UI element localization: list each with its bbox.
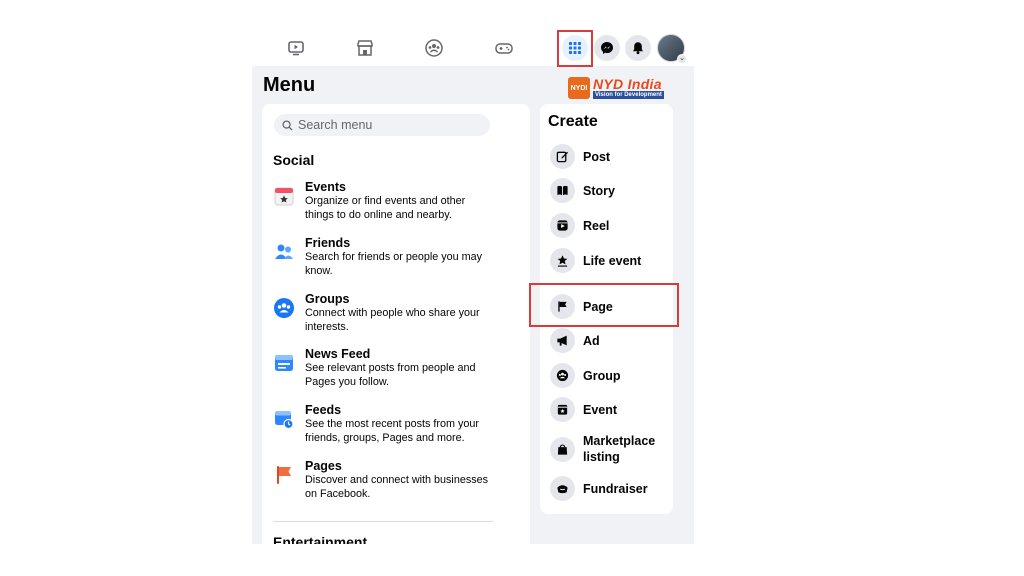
menu-item-description: See relevant posts from people and Pages… [305,362,476,388]
logo-tagline: Vision for Development [593,91,664,99]
event-icon [550,397,575,422]
menu-item-label: Events [305,180,346,194]
menu-item-news-feed[interactable]: News Feed See relevant posts from people… [273,347,493,389]
create-item-label: Marketplace listing [583,434,656,464]
create-title: Create [548,113,598,130]
groups-icon [274,298,294,318]
life-event-icon [550,248,575,273]
messenger-button[interactable] [594,35,620,61]
notifications-icon [633,42,643,55]
top-navigation-bar: ⌄ [252,30,694,66]
page-title: Menu [263,74,316,96]
create-item-fundraiser[interactable]: Fundraiser [550,476,663,501]
feeds-icon [275,411,294,430]
group-icon [550,363,575,388]
create-item-label: Story [583,183,615,198]
create-item-story[interactable]: Story [550,178,663,203]
menu-item-description: Search for friends or people you may kno… [305,251,483,277]
menu-item-label: Groups [305,292,350,306]
menu-item-description: See the most recent posts from your frie… [305,418,480,444]
menu-item-friends[interactable]: Friends Search for friends or people you… [273,236,493,278]
create-item-ad[interactable]: Ad [550,328,663,353]
create-item-label: Event [583,402,618,417]
menu-item-pages[interactable]: Pages Discover and connect with business… [273,459,493,501]
pages-flag-icon [277,466,291,484]
news-feed-icon [275,355,293,371]
menu-item-feeds[interactable]: Feeds See the most recent posts from you… [273,403,493,445]
menu-item-description: Discover and connect with businesses on … [305,474,489,500]
create-item-post[interactable]: Post [550,144,663,169]
create-item-reel[interactable]: Reel [550,213,663,238]
notifications-button[interactable] [625,35,651,61]
search-input[interactable]: Search menu [274,114,490,136]
highlight-page-item [529,283,679,327]
create-item-marketplace-listing[interactable]: Marketplace listing [550,433,663,465]
story-icon [550,178,575,203]
entertainment-section-title: Entertainment [273,534,368,544]
post-icon [550,144,575,169]
ad-megaphone-icon [550,328,575,353]
social-section-title: Social [273,152,315,168]
account-chevron-icon[interactable]: ⌄ [677,54,687,64]
create-item-label: Reel [583,218,610,233]
create-item-event[interactable]: Event [550,397,663,422]
friends-icon [275,244,293,259]
create-item-label: Group [583,368,621,383]
divider [273,521,493,522]
reel-icon [550,213,575,238]
marketplace-icon[interactable] [355,38,375,58]
menu-item-description: Connect with people who share your inter… [305,307,480,333]
menu-item-label: Pages [305,459,342,473]
menu-item-description: Organize or find events and other things… [305,195,466,221]
gaming-icon[interactable] [494,38,514,58]
search-icon [282,119,293,131]
nyd-india-logo: NYDI NYD India Vision for Development [568,76,672,100]
watch-icon[interactable] [286,38,306,58]
messenger-icon [601,42,613,54]
logo-main-text: NYD India [593,76,662,92]
search-placeholder: Search menu [298,118,373,132]
menu-item-label: Feeds [305,403,342,417]
menu-item-events[interactable]: Events Organize or find events and other… [273,180,493,222]
create-item-label: Ad [583,333,600,348]
menu-item-groups[interactable]: Groups Connect with people who share you… [273,292,493,334]
create-item-label: Life event [583,253,642,268]
highlight-menu-button [557,30,593,67]
menu-item-label: News Feed [305,347,371,361]
create-item-label: Fundraiser [583,481,648,496]
groups-icon[interactable] [424,38,444,58]
facebook-window: ⌄ Menu NYDI NYD India Vision for Develop… [252,30,694,544]
fundraiser-icon [550,476,575,501]
logo-badge: NYDI [568,77,590,99]
marketplace-bag-icon [550,436,575,462]
events-icon [274,187,294,206]
menu-card: Search menu Social Events Organize or fi… [262,104,530,544]
create-item-group[interactable]: Group [550,363,663,388]
menu-item-label: Friends [305,236,351,250]
create-item-label: Post [583,149,611,164]
create-item-life-event[interactable]: Life event [550,248,663,273]
logo-text: NYD India Vision for Development [593,77,664,99]
